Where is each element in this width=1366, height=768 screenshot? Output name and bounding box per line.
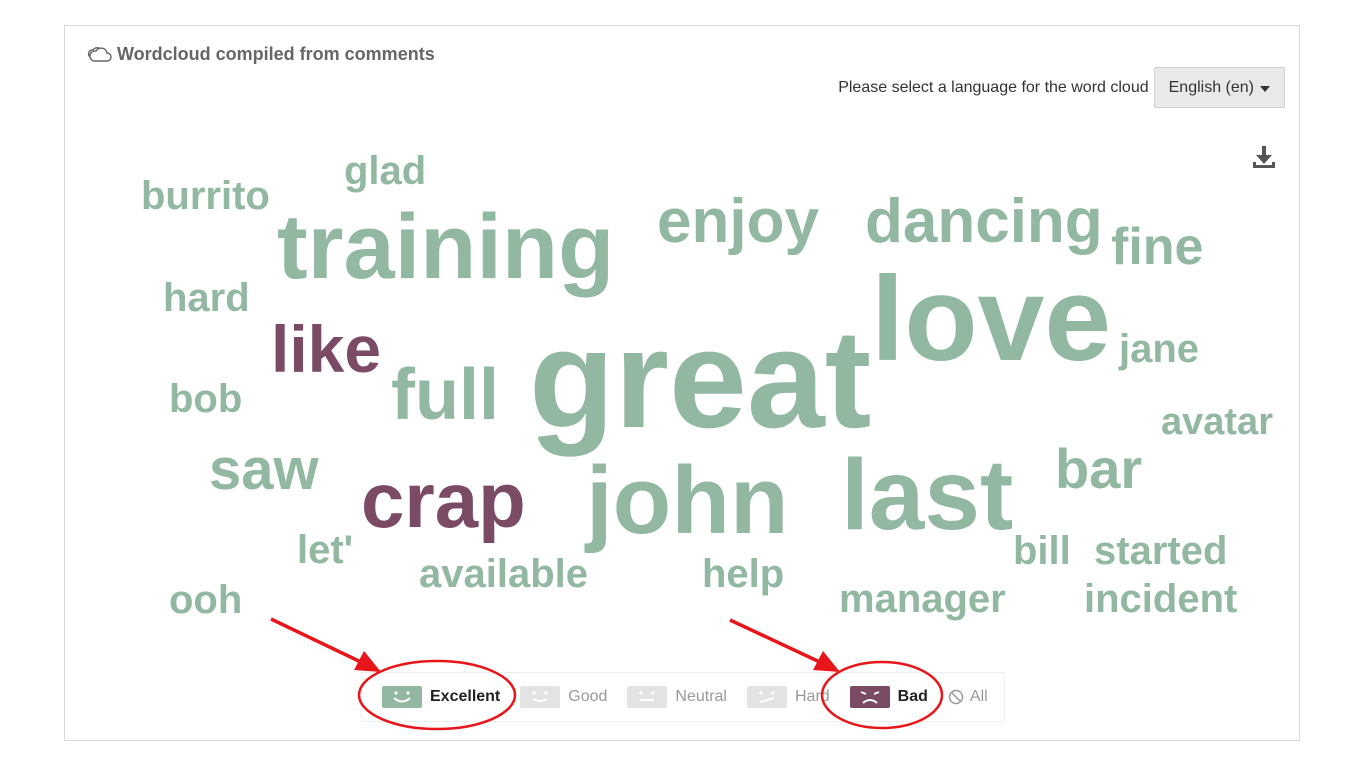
cloud-word[interactable]: crap xyxy=(361,461,526,539)
cloud-word[interactable]: started xyxy=(1094,531,1227,571)
cloud-word[interactable]: manager xyxy=(839,579,1006,619)
filter-label: Hard xyxy=(794,688,830,705)
cloud-word[interactable]: training xyxy=(277,201,614,293)
face-neutral-icon xyxy=(627,686,668,708)
ban-icon xyxy=(948,689,964,705)
cloud-word[interactable]: saw xyxy=(209,441,319,499)
filter-label: All xyxy=(969,688,988,705)
wordcloud-panel: Wordcloud compiled from comments Please … xyxy=(64,25,1300,741)
filter-neutral[interactable]: Neutral xyxy=(627,686,727,708)
filter-label: Good xyxy=(568,688,608,705)
cloud-word[interactable]: enjoy xyxy=(657,191,819,253)
cloud-word[interactable]: like xyxy=(271,316,381,382)
cloud-word[interactable]: bob xyxy=(169,379,242,419)
filter-bad[interactable]: Bad xyxy=(849,686,928,708)
cloud-word[interactable]: hard xyxy=(163,278,250,318)
sentiment-filter-bar: Excellent Good Neutral Hard Bad All xyxy=(361,672,1005,722)
filter-label: Excellent xyxy=(430,688,501,705)
cloud-word[interactable]: bill xyxy=(1013,531,1071,571)
face-bad-icon xyxy=(849,686,890,708)
cloud-word[interactable]: help xyxy=(702,554,784,594)
face-excellent-icon xyxy=(382,686,422,708)
cloud-word[interactable]: glad xyxy=(344,151,426,191)
cloud-word[interactable]: avatar xyxy=(1161,403,1273,441)
cloud-word[interactable]: love xyxy=(871,259,1111,379)
cloud-word[interactable]: incident xyxy=(1084,579,1237,619)
cloud-word[interactable]: great xyxy=(529,309,871,449)
cloud-word[interactable]: dancing xyxy=(865,191,1103,253)
cloud-word[interactable]: bar xyxy=(1055,441,1142,497)
filter-hard[interactable]: Hard xyxy=(746,686,830,708)
cloud-word[interactable]: last xyxy=(841,445,1013,545)
filter-label: Bad xyxy=(897,688,928,705)
cloud-word[interactable]: jane xyxy=(1119,329,1199,369)
filter-all[interactable]: All xyxy=(948,688,988,706)
filter-excellent[interactable]: Excellent xyxy=(382,686,500,708)
word-cloud: burrito glad training enjoy dancing fine hard l… xyxy=(65,26,1299,740)
filter-good[interactable]: Good xyxy=(520,686,607,708)
cloud-word[interactable]: available xyxy=(419,554,588,594)
cloud-word[interactable]: burrito xyxy=(141,176,270,216)
cloud-word[interactable]: ooh xyxy=(169,580,242,620)
filter-label: Neutral xyxy=(675,688,727,705)
face-good-icon xyxy=(520,686,561,708)
cloud-word[interactable]: full xyxy=(391,359,499,431)
cloud-word[interactable]: fine xyxy=(1111,221,1203,273)
face-hard-icon xyxy=(746,686,787,708)
cloud-word[interactable]: let' xyxy=(297,530,353,570)
cloud-word[interactable]: john xyxy=(586,453,789,549)
